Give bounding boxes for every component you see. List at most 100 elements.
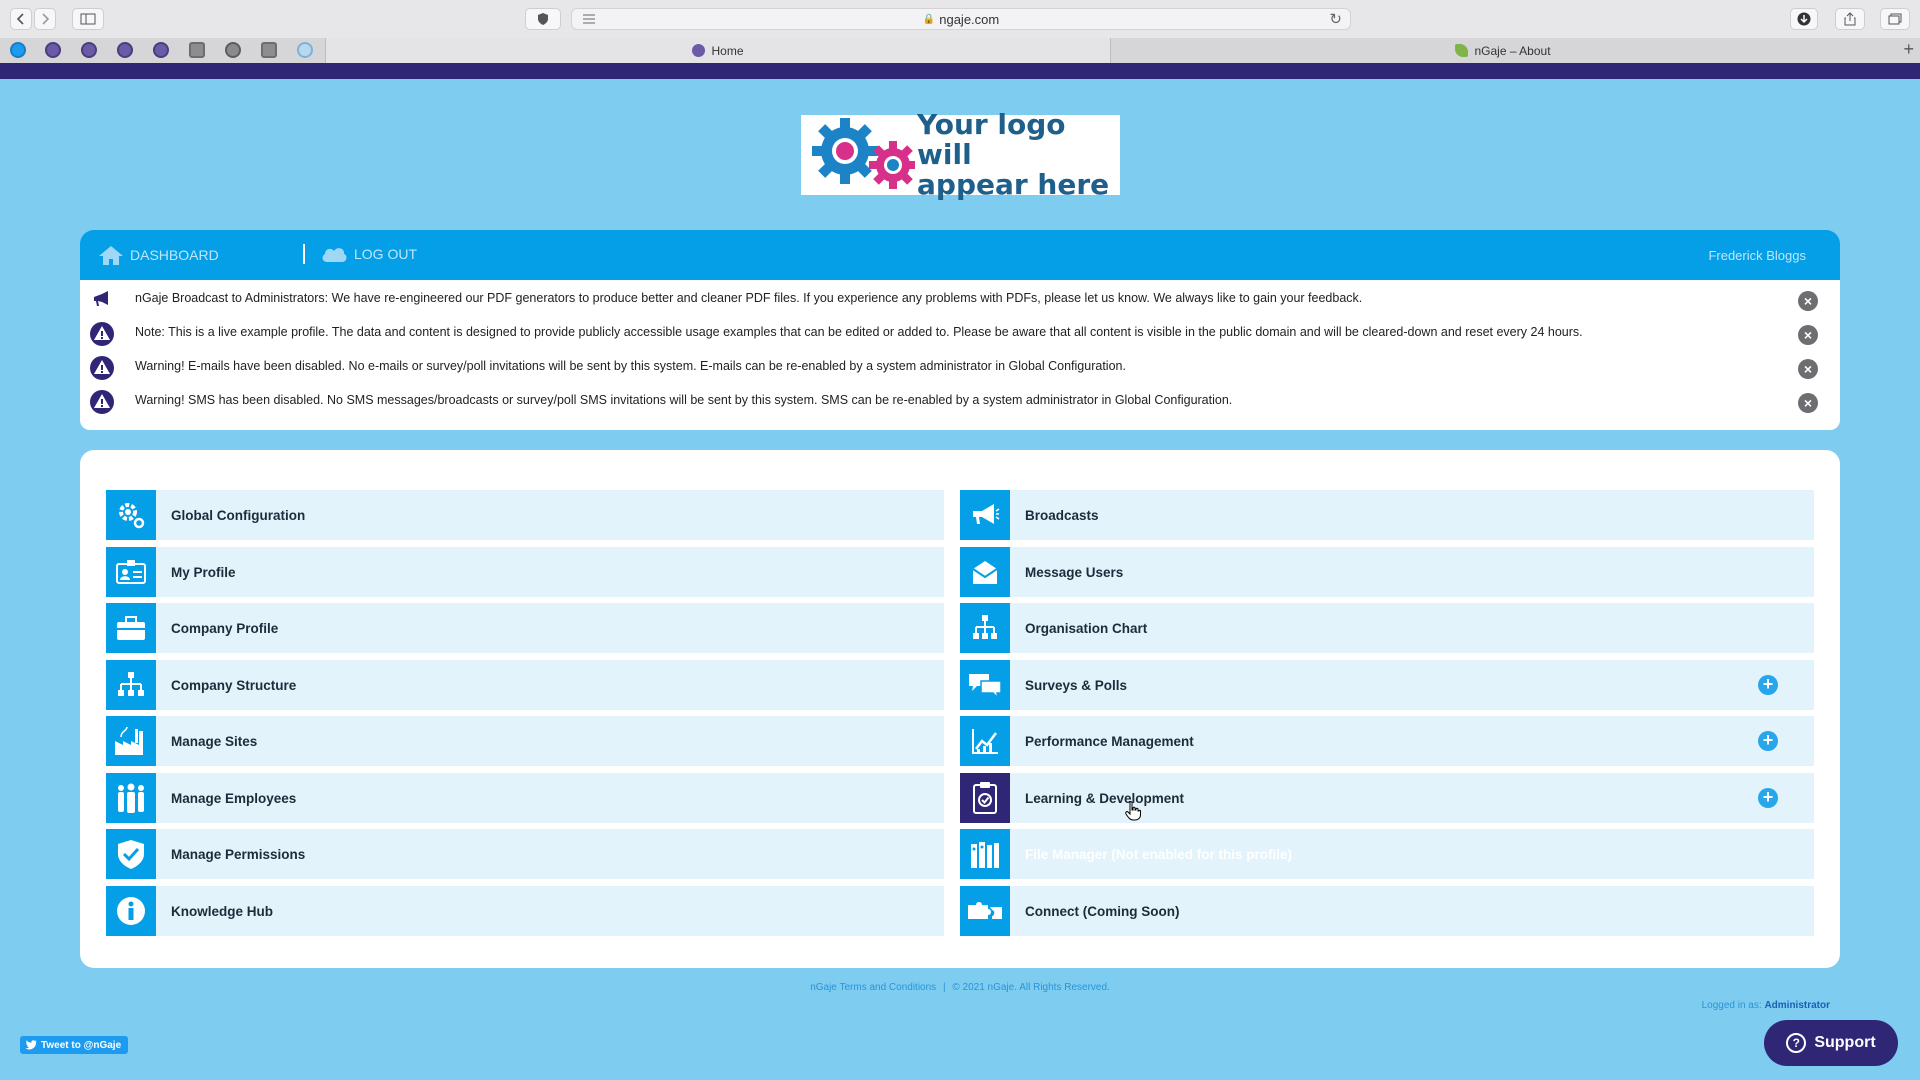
clipboard-check-icon [960, 773, 1010, 823]
new-tab-button[interactable]: + [1903, 39, 1914, 60]
bookmark-icon[interactable] [225, 42, 241, 58]
tweet-button[interactable]: Tweet to @nGaje [20, 1036, 129, 1054]
tab-title: nGaje – About [1474, 43, 1551, 58]
tabs-icon [1888, 13, 1902, 25]
warning-icon [90, 390, 114, 414]
bookmark-icon[interactable] [10, 42, 26, 58]
user-name[interactable]: Frederick Bloggs [1708, 248, 1806, 263]
alert-text: Warning! E-mails have been disabled. No … [135, 359, 1126, 373]
menu-surveys-polls[interactable]: Surveys & Polls + [960, 660, 1814, 710]
forward-button[interactable] [34, 8, 56, 30]
dismiss-alert-button[interactable]: × [1798, 393, 1818, 413]
menu-label: Manage Sites [171, 733, 258, 749]
menu-label: Surveys & Polls [1025, 677, 1128, 693]
chevron-left-icon [16, 13, 24, 25]
chevron-right-icon [42, 13, 50, 25]
tab-about[interactable]: nGaje – About [1110, 38, 1895, 63]
megaphone-icon [94, 291, 108, 306]
support-label: Support [1814, 1034, 1876, 1051]
alert-text: Note: This is a live example profile. Th… [135, 325, 1583, 339]
tabs-overview-button[interactable] [1880, 8, 1910, 30]
help-icon: ? [1786, 1033, 1807, 1053]
nav-logout[interactable]: LOG OUT [320, 244, 417, 264]
menu-company-structure[interactable]: Company Structure [106, 660, 944, 710]
menu-label: Manage Employees [171, 790, 297, 806]
footer-separator: | [942, 982, 946, 993]
alerts-panel: nGaje Broadcast to Administrators: We ha… [80, 280, 1840, 430]
menu-connect[interactable]: Connect (Coming Soon) [960, 886, 1814, 936]
binders-icon [960, 829, 1010, 879]
menu-label: Knowledge Hub [171, 903, 273, 919]
dismiss-alert-button[interactable]: × [1798, 291, 1818, 311]
home-icon [99, 246, 123, 265]
expand-plus-icon[interactable]: + [1758, 675, 1778, 695]
address-bar[interactable]: 🔒 ngaje.com ↻ [571, 8, 1351, 30]
menu-file-manager: File Manager (Not enabled for this profi… [960, 829, 1814, 879]
sidebar-toggle-button[interactable] [72, 8, 104, 30]
terms-link[interactable]: nGaje Terms and Conditions [810, 982, 936, 993]
tweet-label: Tweet to @nGaje [41, 1039, 122, 1051]
lock-icon: 🔒 [922, 13, 936, 25]
privacy-report-button[interactable] [525, 8, 561, 30]
expand-plus-icon[interactable]: + [1758, 731, 1778, 751]
menu-label: Message Users [1025, 564, 1124, 580]
hand-cursor-icon [1125, 801, 1141, 821]
dismiss-alert-button[interactable]: × [1798, 359, 1818, 379]
support-button[interactable]: ? Support [1764, 1020, 1898, 1066]
download-icon [1797, 12, 1811, 26]
people-icon [106, 773, 156, 823]
bookmark-icon[interactable] [261, 42, 277, 58]
reload-icon[interactable]: ↻ [1329, 10, 1342, 28]
menu-broadcasts[interactable]: Broadcasts [960, 490, 1814, 540]
menu-performance-management[interactable]: Performance Management + [960, 716, 1814, 766]
dismiss-alert-button[interactable]: × [1798, 325, 1818, 345]
gear-icon [106, 490, 156, 540]
nav-label: DASHBOARD [130, 247, 219, 263]
logo-text: Your logo will appear here [917, 110, 1117, 200]
menu-manage-employees[interactable]: Manage Employees [106, 773, 944, 823]
menu-company-profile[interactable]: Company Profile [106, 603, 944, 653]
browser-toolbar: 🔒 ngaje.com ↻ [0, 0, 1920, 39]
nav-dashboard[interactable]: DASHBOARD [98, 244, 219, 266]
menu-label: Performance Management [1025, 733, 1194, 749]
menu-my-profile[interactable]: My Profile [106, 547, 944, 597]
menu-label: Organisation Chart [1025, 620, 1148, 636]
back-button[interactable] [10, 8, 32, 30]
reader-icon[interactable] [582, 13, 596, 28]
menu-manage-sites[interactable]: Manage Sites [106, 716, 944, 766]
menu-message-users[interactable]: Message Users [960, 547, 1814, 597]
menu-label: Company Structure [171, 677, 297, 693]
url-text: ngaje.com [939, 11, 1000, 27]
bookmark-icon[interactable] [153, 42, 169, 58]
alert-text: nGaje Broadcast to Administrators: We ha… [135, 291, 1363, 305]
alert-text: Warning! SMS has been disabled. No SMS m… [135, 393, 1233, 407]
menu-manage-permissions[interactable]: Manage Permissions [106, 829, 944, 879]
line-chart-icon [960, 716, 1010, 766]
menu-organisation-chart[interactable]: Organisation Chart [960, 603, 1814, 653]
expand-plus-icon[interactable]: + [1758, 788, 1778, 808]
bookmark-icon[interactable] [81, 42, 97, 58]
downloads-button[interactable] [1790, 8, 1818, 30]
bookmark-icon[interactable] [117, 42, 133, 58]
menu-knowledge-hub[interactable]: Knowledge Hub [106, 886, 944, 936]
bookmark-icon[interactable] [189, 42, 205, 58]
dashboard-header: DASHBOARD LOG OUT Frederick Bloggs [80, 230, 1840, 280]
menu-global-configuration[interactable]: Global Configuration [106, 490, 944, 540]
logged-in-user[interactable]: Administrator [1764, 1000, 1830, 1011]
briefcase-icon [106, 603, 156, 653]
logo-text-line: appear here [917, 168, 1110, 201]
alert-row: Note: This is a live example profile. Th… [80, 318, 1840, 348]
alert-row: Warning! SMS has been disabled. No SMS m… [80, 386, 1840, 416]
share-button[interactable] [1835, 8, 1865, 30]
info-icon [106, 886, 156, 936]
nav-label: LOG OUT [354, 246, 418, 262]
chat-bubbles-icon [960, 660, 1010, 710]
tab-home[interactable]: Home [325, 38, 1110, 63]
cloud-icon [322, 248, 347, 262]
bookmark-icon[interactable] [297, 42, 313, 58]
warning-icon [90, 356, 114, 380]
menu-learning-development[interactable]: Learning & Development + [960, 773, 1814, 823]
alert-row: Warning! E-mails have been disabled. No … [80, 352, 1840, 382]
share-icon [1844, 12, 1856, 26]
bookmark-icon[interactable] [45, 42, 61, 58]
